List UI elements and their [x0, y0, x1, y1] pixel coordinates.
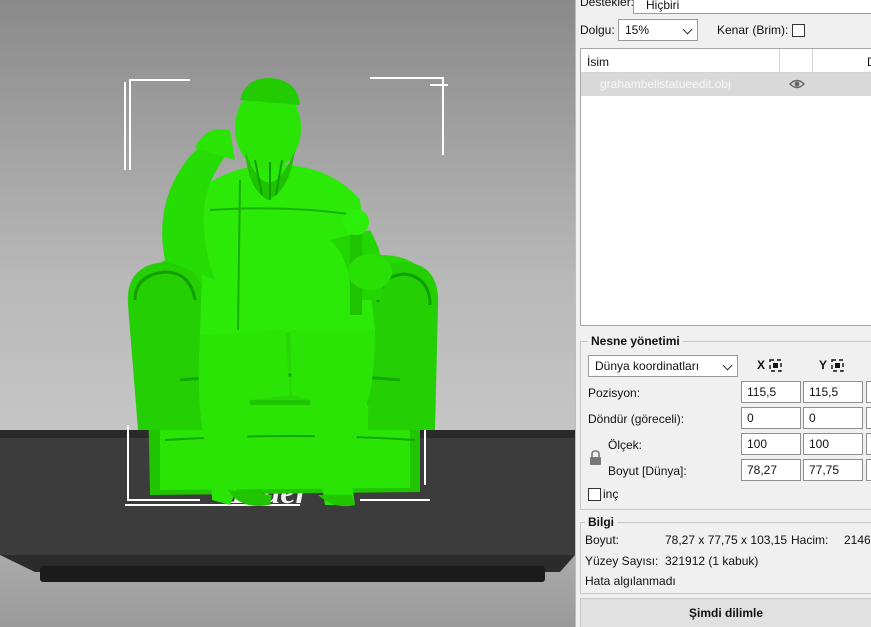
position-y-input[interactable]: 115,5 — [803, 381, 863, 403]
infill-label: Dolgu: — [580, 23, 615, 37]
coordinate-mode-value: Dünya koordinatları — [595, 359, 700, 373]
size-z-input[interactable] — [866, 459, 871, 481]
object-management-title: Nesne yönetimi — [588, 334, 683, 348]
inch-label: inç — [603, 487, 619, 501]
eye-icon[interactable] — [789, 78, 805, 93]
info-size-value: 78,27 x 77,75 x 103,15 — [665, 533, 788, 547]
axis-x-label: X — [757, 358, 766, 372]
slice-now-label: Şimdi dilimle — [688, 606, 763, 620]
brim-checkbox[interactable] — [792, 23, 806, 37]
scale-z-input[interactable] — [866, 433, 871, 455]
chevron-down-icon — [682, 24, 693, 35]
position-label: Pozisyon: — [588, 386, 641, 400]
axis-x-header: X — [757, 358, 782, 372]
rotate-x-input[interactable]: 0 — [741, 407, 801, 429]
position-x-input[interactable]: 115,5 — [741, 381, 801, 403]
info-faces-label: Yüzey Sayısı: — [585, 554, 659, 568]
brim-row: Kenar (Brim): — [717, 23, 806, 37]
axis-y-header: Y — [819, 358, 844, 372]
size-y-input[interactable]: 77,75 — [803, 459, 863, 481]
supports-value: Hiçbiri — [646, 0, 680, 12]
inch-checkbox[interactable] — [588, 487, 601, 501]
info-size-label: Boyut: — [585, 533, 620, 547]
info-title: Bilgi — [585, 515, 617, 529]
info-status: Hata algılanmadı — [585, 574, 676, 588]
3d-model[interactable] — [127, 78, 439, 507]
supports-row: Destekler: — [580, 0, 634, 9]
axis-lock-icon[interactable] — [831, 358, 844, 372]
brim-label: Kenar (Brim): — [717, 23, 789, 37]
slice-now-button[interactable]: Şimdi dilimle — [580, 598, 871, 627]
supports-label: Destekler: — [580, 0, 635, 9]
bed-edge — [40, 566, 545, 582]
infill-value: 15% — [625, 23, 650, 37]
inch-row: inç — [588, 487, 618, 501]
size-x-input[interactable]: 78,27 — [741, 459, 801, 481]
settings-panel: Destekler: Hiçbiri Dolgu: 15% Kenar (Bri… — [575, 0, 871, 627]
object-name: grahambellstatueedit.obj — [600, 77, 731, 91]
infill-select[interactable]: 15% — [618, 19, 698, 41]
scene-canvas: Elder — [0, 77, 575, 582]
supports-select[interactable]: Hiçbiri — [633, 0, 871, 14]
column-third-header[interactable]: D — [867, 55, 871, 69]
object-list: İsim D grahambellstatueedit.obj — [580, 48, 871, 326]
rotate-label: Döndür (göreceli): — [588, 412, 685, 426]
infill-row: Dolgu: — [580, 23, 615, 37]
axis-lock-icon[interactable] — [769, 358, 782, 372]
3d-viewport[interactable]: Elder — [0, 0, 575, 627]
scale-x-input[interactable]: 100 — [741, 433, 801, 455]
lock-icon[interactable] — [589, 450, 602, 468]
rotate-y-input[interactable]: 0 — [803, 407, 863, 429]
info-faces-value: 321912 (1 kabuk) — [665, 554, 759, 568]
position-z-input[interactable] — [866, 381, 871, 403]
info-volume-label: Hacim: — [791, 533, 829, 547]
chevron-down-icon — [722, 360, 733, 371]
column-name-header[interactable]: İsim — [587, 55, 609, 69]
scale-label: Ölçek: — [608, 438, 643, 452]
rotate-z-input[interactable] — [866, 407, 871, 429]
coordinate-mode-select[interactable]: Dünya koordinatları — [588, 355, 738, 377]
size-label: Boyut [Dünya]: — [608, 464, 687, 478]
axis-y-label: Y — [819, 358, 828, 372]
scale-y-input[interactable]: 100 — [803, 433, 863, 455]
list-item[interactable]: grahambellstatueedit.obj — [581, 73, 871, 96]
info-volume-value: 21469 — [844, 533, 871, 547]
object-list-header: İsim D — [581, 49, 871, 73]
